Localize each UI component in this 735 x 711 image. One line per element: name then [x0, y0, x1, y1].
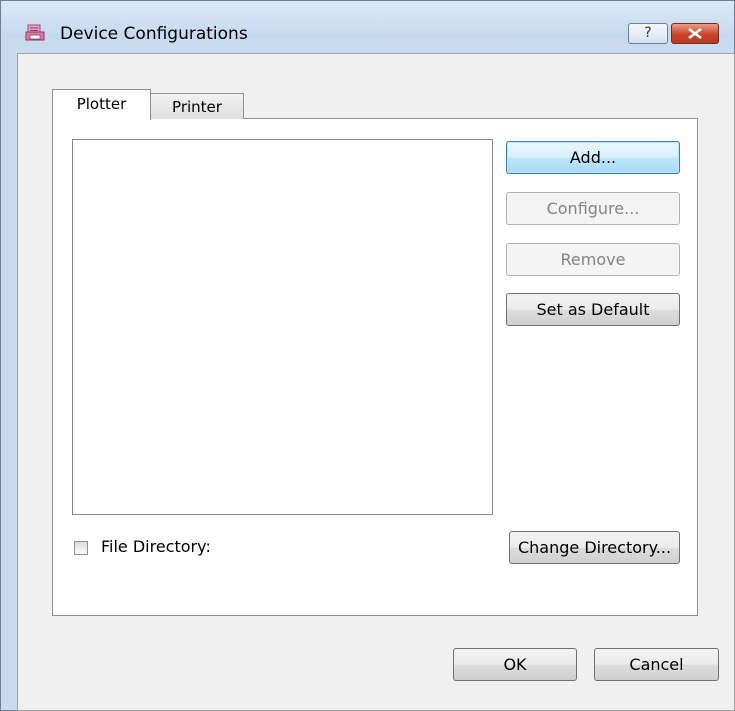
- change-directory-button[interactable]: Change Directory...: [509, 531, 680, 564]
- title-bar: Device Configurations ?: [1, 1, 734, 44]
- device-list[interactable]: [72, 139, 493, 515]
- ok-button[interactable]: OK: [453, 648, 577, 681]
- close-icon: [688, 27, 702, 40]
- configure-button[interactable]: Configure...: [506, 192, 680, 225]
- file-directory-label: File Directory:: [101, 537, 211, 556]
- printer-config-icon: [25, 24, 45, 41]
- cancel-button[interactable]: Cancel: [594, 648, 719, 681]
- dialog-client-area: Printer Plotter Add... Configure... Remo…: [17, 53, 735, 711]
- device-configurations-window: Device Configurations ? Printer Plotter …: [0, 0, 735, 711]
- tab-plotter[interactable]: Plotter: [52, 89, 151, 120]
- set-as-default-button[interactable]: Set as Default: [506, 293, 680, 326]
- help-button[interactable]: ?: [628, 23, 668, 44]
- remove-button[interactable]: Remove: [506, 243, 680, 276]
- file-directory-checkbox[interactable]: [74, 541, 88, 555]
- window-title: Device Configurations: [60, 24, 248, 44]
- close-button[interactable]: [671, 23, 719, 44]
- tab-printer[interactable]: Printer: [150, 93, 244, 119]
- add-button[interactable]: Add...: [506, 141, 680, 174]
